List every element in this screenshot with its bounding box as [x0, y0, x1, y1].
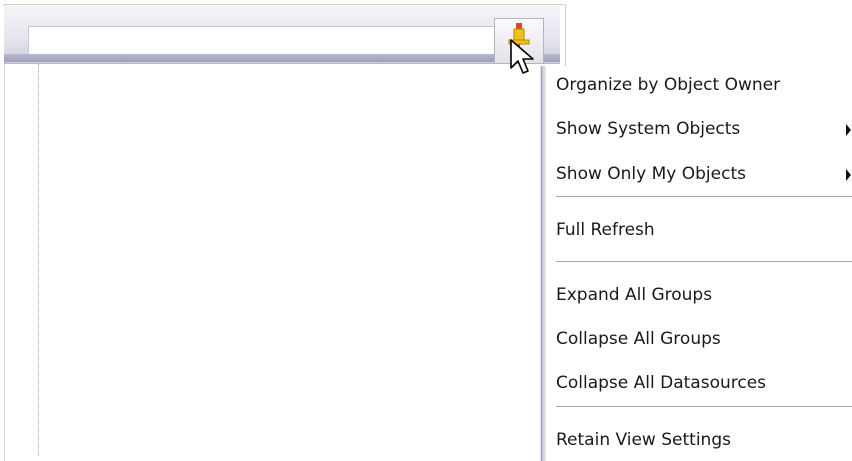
toolbar-band	[4, 54, 560, 62]
menu-separator	[556, 196, 852, 198]
menu-item-full-refresh[interactable]: Full Refresh	[546, 211, 852, 251]
menu-separator	[556, 406, 852, 408]
view-options-menu: Organize by Object Owner Show System Obj…	[541, 66, 852, 461]
menu-item-label: Collapse All Groups	[556, 329, 721, 349]
menu-item-expand-all-groups[interactable]: Expand All Groups	[546, 276, 852, 316]
menu-item-label: Show System Objects	[556, 119, 741, 139]
menu-item-label: Expand All Groups	[556, 285, 713, 305]
menu-item-label: Full Refresh	[556, 220, 655, 240]
menu-item-label: Organize by Object Owner	[556, 75, 781, 95]
object-tree-panel	[4, 4, 566, 461]
menu-item-retain-view-settings[interactable]: Retain View Settings	[546, 421, 852, 461]
object-explorer-window: Organize by Object Owner Show System Obj…	[0, 0, 852, 461]
menu-item-collapse-all-datasources[interactable]: Collapse All Datasources	[546, 364, 852, 404]
menu-item-show-system-objects[interactable]: Show System Objects	[546, 110, 852, 150]
menu-item-collapse-all-groups[interactable]: Collapse All Groups	[546, 320, 852, 360]
mouse-cursor-icon	[509, 38, 539, 82]
submenu-arrow-icon	[846, 124, 851, 136]
menu-item-organize-by-owner[interactable]: Organize by Object Owner	[546, 66, 852, 106]
menu-item-label: Show Only My Objects	[556, 164, 746, 184]
tree-guide-line	[38, 64, 39, 456]
submenu-arrow-icon	[846, 169, 851, 181]
menu-item-label: Retain View Settings	[556, 430, 731, 450]
menu-item-show-only-my-objects[interactable]: Show Only My Objects	[546, 155, 852, 195]
menu-separator	[556, 261, 852, 263]
menu-item-label: Collapse All Datasources	[556, 373, 767, 393]
